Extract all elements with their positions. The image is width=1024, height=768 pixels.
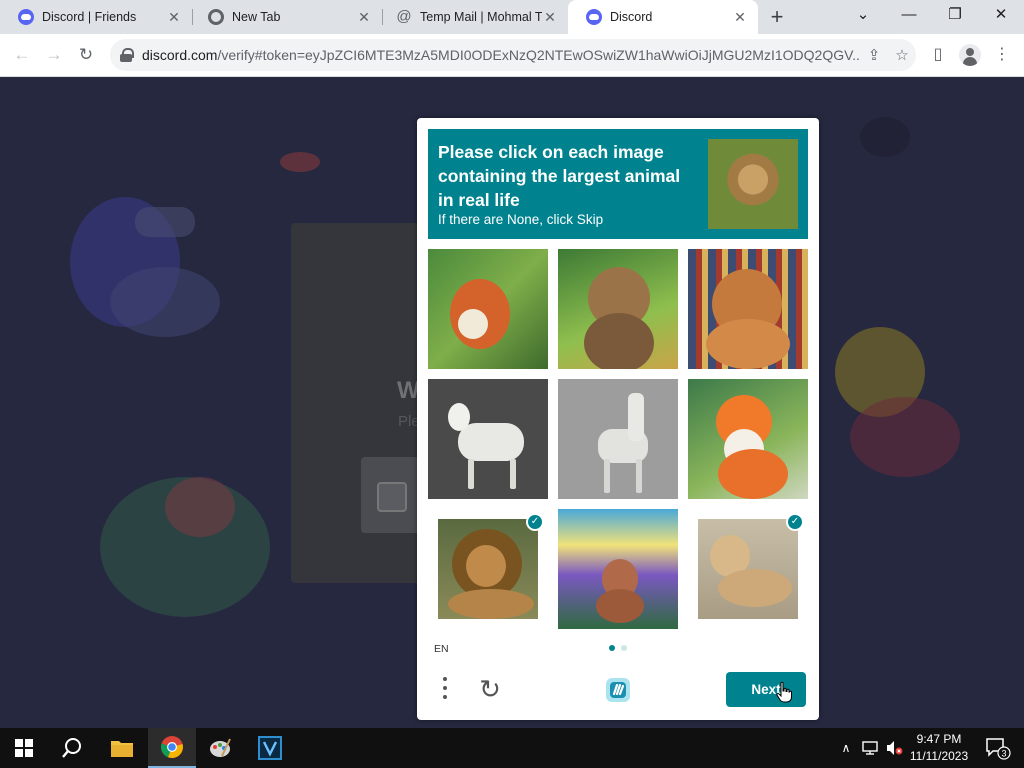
roaring-lion-image <box>438 519 538 619</box>
bookmark-star-icon[interactable]: ☆ <box>888 46 916 64</box>
decor-illustration <box>110 267 220 337</box>
tab-title: Discord <box>610 10 653 24</box>
fox-painting-image <box>428 249 548 369</box>
lioness-image <box>698 519 798 619</box>
hcaptcha-logo-icon[interactable] <box>602 674 634 706</box>
volume-muted-icon[interactable] <box>884 728 904 768</box>
url-domain: discord.com <box>142 47 218 63</box>
minimize-icon[interactable]: — <box>886 0 932 30</box>
cat-painting-image <box>558 249 678 369</box>
tab-new-tab[interactable]: New Tab ✕ <box>190 0 382 34</box>
fox-watercolor-image <box>688 379 808 499</box>
challenge-tile-1[interactable] <box>428 249 548 369</box>
tab-discord-friends[interactable]: Discord | Friends ✕ <box>0 0 192 34</box>
address-bar[interactable]: discord.com/verify#token=eyJpZCI6MTE3MzA… <box>110 39 916 71</box>
url-path: /verify#token=eyJpZCI6MTE3MzA5MDI0ODExNz… <box>217 47 860 63</box>
paint-icon[interactable] <box>196 728 244 768</box>
hcaptcha-challenge: Please click on each image containing th… <box>417 118 819 720</box>
example-lion-image <box>708 139 798 229</box>
challenge-tile-5[interactable] <box>558 379 678 499</box>
challenge-tile-8[interactable] <box>558 509 678 629</box>
share-icon[interactable]: ⇪ <box>860 46 888 64</box>
decor-illustration <box>165 477 235 537</box>
challenge-tile-6[interactable] <box>688 379 808 499</box>
prompt-subtext: If there are None, click Skip <box>438 212 604 227</box>
page-indicator <box>621 645 627 651</box>
restore-icon[interactable]: ❐ <box>932 0 978 30</box>
challenge-tile-3[interactable] <box>688 249 808 369</box>
challenge-tile-4[interactable] <box>428 379 548 499</box>
search-icon[interactable] <box>48 728 96 768</box>
tab-strip: Discord | Friends ✕ New Tab ✕ @ Temp Mai… <box>0 0 1024 34</box>
tab-search-icon[interactable]: ⌄ <box>840 0 886 30</box>
white-goat-image <box>428 379 548 499</box>
close-icon[interactable]: ✕ <box>166 9 182 25</box>
profile-avatar[interactable] <box>956 41 984 69</box>
discord-icon <box>18 9 34 25</box>
tab-discord[interactable]: Discord ✕ <box>568 0 758 34</box>
forward-arrow-icon[interactable]: → <box>40 41 68 69</box>
decor-illustration <box>860 117 910 157</box>
notification-count: 3 <box>1001 749 1006 759</box>
reload-icon[interactable]: ↻ <box>72 41 100 69</box>
tray-chevron-icon[interactable]: ∧ <box>836 728 856 768</box>
hand-cursor-icon <box>776 681 792 703</box>
tab-temp-mail[interactable]: @ Temp Mail | Mohmal T ✕ <box>378 0 568 34</box>
close-icon[interactable]: ✕ <box>732 9 748 25</box>
challenge-prompt: Please click on each image containing th… <box>428 129 808 239</box>
decor-illustration <box>850 397 960 477</box>
close-icon[interactable]: ✕ <box>542 9 558 25</box>
lock-icon[interactable] <box>120 48 134 62</box>
notifications-icon[interactable]: 3 <box>980 728 1016 768</box>
side-panel-icon[interactable]: ▯ <box>924 41 952 69</box>
captcha-checkbox <box>377 482 407 512</box>
windows-logo-icon <box>15 739 33 757</box>
chrome-taskbar-icon[interactable] <box>148 728 196 768</box>
back-arrow-icon[interactable]: ← <box>8 41 36 69</box>
browser-toolbar: ← → ↻ discord.com/verify#token=eyJpZCI6M… <box>0 34 1024 77</box>
decor-illustration <box>135 207 195 237</box>
discord-icon <box>586 9 602 25</box>
system-clock[interactable]: 9:47 PM 11/11/2023 <box>904 731 974 765</box>
v-app-icon[interactable] <box>246 728 294 768</box>
challenge-tile-7[interactable]: ✓ <box>428 509 548 629</box>
challenge-tile-9[interactable]: ✓ <box>688 509 808 629</box>
start-button[interactable] <box>0 728 48 768</box>
refresh-icon[interactable]: ↻ <box>475 674 505 704</box>
tab-title: Temp Mail | Mohmal T <box>420 10 542 24</box>
close-icon[interactable]: ✕ <box>356 9 372 25</box>
decor-illustration <box>280 152 320 172</box>
url-text[interactable]: discord.com/verify#token=eyJpZCI6MTE3MzA… <box>142 47 860 63</box>
cat-rainbow-image <box>558 509 678 629</box>
clock-date: 11/11/2023 <box>909 749 969 763</box>
selected-check-icon: ✓ <box>526 513 544 531</box>
tab-title: New Tab <box>232 10 281 24</box>
page-indicator-active <box>609 645 615 651</box>
tab-title: Discord | Friends <box>42 10 137 24</box>
language-selector[interactable]: EN <box>434 643 449 655</box>
dog-in-library-image <box>688 249 808 369</box>
prompt-text: Please click on each image containing th… <box>438 142 681 210</box>
clock-time: 9:47 PM <box>916 732 962 746</box>
new-tab-button[interactable]: + <box>764 4 790 30</box>
at-sign-icon: @ <box>396 8 412 25</box>
challenge-tile-2[interactable] <box>558 249 678 369</box>
menu-kebab-icon[interactable]: ⋮ <box>988 41 1016 69</box>
file-explorer-icon[interactable] <box>98 728 146 768</box>
selected-check-icon: ✓ <box>786 513 804 531</box>
next-button[interactable]: Next <box>726 672 806 707</box>
white-llama-image <box>558 379 678 499</box>
window-close-icon[interactable]: ✕ <box>978 0 1024 30</box>
network-icon[interactable] <box>860 728 880 768</box>
menu-dots-icon[interactable] <box>437 673 453 703</box>
chrome-icon <box>208 9 224 25</box>
windows-taskbar: ∧ 9:47 PM 11/11/2023 3 <box>0 728 1024 768</box>
